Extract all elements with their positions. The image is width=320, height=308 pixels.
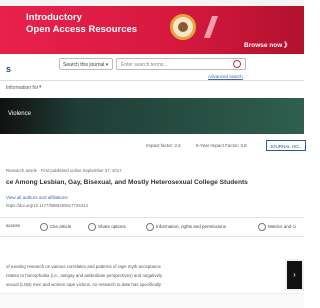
access-label: access <box>6 223 21 228</box>
metrics-button[interactable]: Metrics and ci <box>258 223 296 231</box>
authors-link[interactable]: View all authors and affiliations <box>6 195 68 200</box>
quote-icon <box>40 223 48 231</box>
actions-divider-top <box>0 217 304 218</box>
journal-header: Violence <box>0 98 304 134</box>
abstract-line-2: relates to homophobia (i.e., antigay and… <box>6 273 163 278</box>
doi-link[interactable]: https://doi.org/10.1177/0886260517726414 <box>6 203 88 208</box>
chevron-down-icon: ▾ <box>39 84 42 90</box>
metrics-label: Metrics and ci <box>268 224 296 230</box>
open-access-icon <box>170 14 196 40</box>
bottom-bar <box>0 293 304 308</box>
chart-icon <box>258 223 266 231</box>
info-icon <box>146 223 154 231</box>
abstract-line-3: sexual (LGB) men and women rape victims,… <box>6 282 161 287</box>
five-year-impact-link[interactable]: 5-Year Impact Factor: 3.8 <box>196 143 247 148</box>
open-access-banner[interactable]: Introductory Open Access Resources Brows… <box>0 0 304 54</box>
site-logo[interactable]: s <box>6 64 11 74</box>
actions-divider-bottom <box>0 236 304 237</box>
abstract-line-1: of existing research on various correlat… <box>6 264 161 269</box>
banner-line-2: Open Access Resources <box>26 24 138 35</box>
article-title: ce Among Lesbian, Gay, Bisexual, and Mos… <box>6 179 248 186</box>
journal-home-button[interactable]: JOURNAL HO... <box>266 140 306 151</box>
article-actions-bar: access Cite article Share options Inform… <box>0 220 304 234</box>
browse-now-link[interactable]: Browse now 》 <box>244 39 291 49</box>
banner-decoration <box>203 16 219 38</box>
cite-article-button[interactable]: Cite article <box>40 223 71 231</box>
banner-line-1: Introductory <box>26 12 82 23</box>
side-panel-toggle[interactable]: › <box>287 261 302 289</box>
search-input[interactable]: Enter search terms... <box>116 58 246 70</box>
search-icon[interactable] <box>233 60 241 68</box>
information-rights-label: Information, rights and permissions <box>156 224 227 230</box>
share-icon <box>88 223 96 231</box>
article-meta: Research article · First published onlin… <box>6 168 122 173</box>
access-button[interactable]: access <box>6 223 20 228</box>
search-scope-select[interactable]: Search this journal ▾ <box>59 58 113 70</box>
share-options-label: Share options <box>98 224 126 230</box>
share-options-button[interactable]: Share options <box>88 223 126 231</box>
information-for-menu[interactable]: Information for <box>6 85 38 91</box>
header-divider <box>0 80 304 81</box>
cite-article-label: Cite article <box>50 224 72 230</box>
banner-top-strip <box>0 0 304 6</box>
information-rights-button[interactable]: Information, rights and permissions <box>146 223 226 231</box>
impact-factor-link[interactable]: Impact factor: 2.6 <box>146 143 181 148</box>
journal-title[interactable]: Violence <box>8 111 31 117</box>
advanced-search-link[interactable]: Advanced search <box>208 74 243 79</box>
